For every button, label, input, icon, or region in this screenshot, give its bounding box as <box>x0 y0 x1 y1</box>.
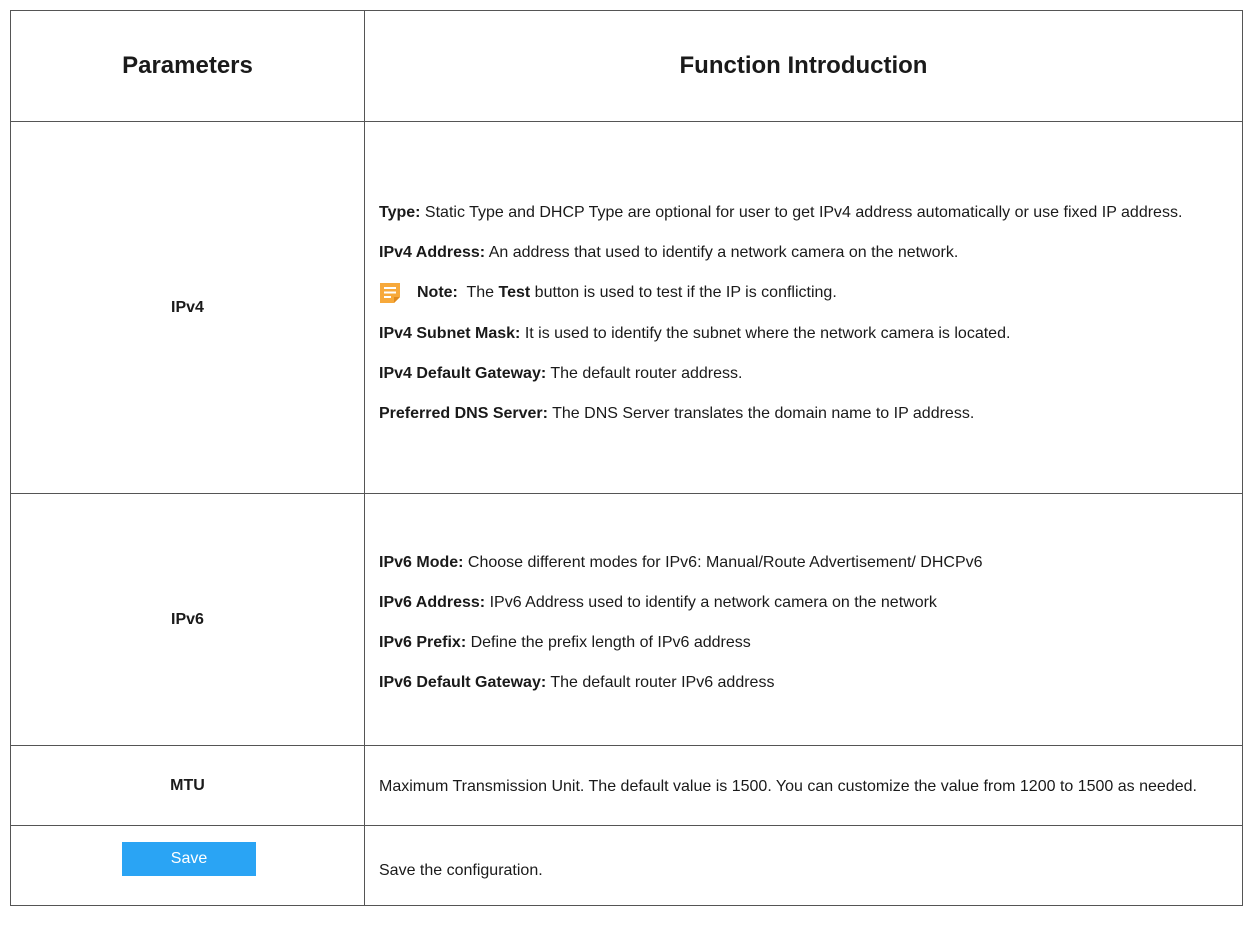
ipv4-subnet-text: IPv4 Subnet Mask: It is used to identify… <box>379 324 1011 342</box>
save-button[interactable]: Save <box>122 842 256 876</box>
test-keyword: Test <box>498 284 531 301</box>
table-row-ipv6: IPv6 IPv6 Mode: Choose different modes f… <box>10 493 1243 746</box>
description-mtu: Maximum Transmission Unit. The default v… <box>364 745 1243 826</box>
ipv6-mode-text: IPv6 Mode: Choose different modes for IP… <box>379 554 983 571</box>
ipv4-subnet-label: IPv4 Subnet Mask: <box>379 324 521 342</box>
parameters-table: Parameters Function Introduction IPv4 Ty… <box>10 10 1243 906</box>
ipv6-gateway-label: IPv6 Default Gateway: <box>379 674 547 691</box>
note-icon <box>379 282 401 304</box>
ipv6-prefix-label: IPv6 Prefix: <box>379 634 467 651</box>
ipv6-mode-label: IPv6 Mode: <box>379 554 464 571</box>
ipv4-address-label: IPv4 Address: <box>379 243 486 261</box>
param-name-mtu: MTU <box>10 745 365 826</box>
note-label: Note: <box>417 284 458 301</box>
description-ipv4: Type: Static Type and DHCP Type are opti… <box>364 121 1243 494</box>
ipv4-type-label: Type: <box>379 203 421 221</box>
ipv4-type-text: Type: Static Type and DHCP Type are opti… <box>379 203 1183 221</box>
ipv4-dns-label: Preferred DNS Server: <box>379 404 548 422</box>
note-text: Note: The Test button is used to test if… <box>417 284 837 301</box>
ipv4-gateway-label: IPv4 Default Gateway: <box>379 364 547 382</box>
ipv6-prefix-text: IPv6 Prefix: Define the prefix length of… <box>379 634 751 651</box>
param-save-cell: Save <box>10 825 365 906</box>
ipv4-dns-text: Preferred DNS Server: The DNS Server tra… <box>379 404 975 422</box>
param-name-ipv6: IPv6 <box>10 493 365 746</box>
param-name-ipv4: IPv4 <box>10 121 365 494</box>
mtu-text: Maximum Transmission Unit. The default v… <box>379 778 1197 795</box>
ipv6-address-label: IPv6 Address: <box>379 594 486 611</box>
ipv6-gateway-text: IPv6 Default Gateway: The default router… <box>379 674 775 691</box>
ipv4-address-text: IPv4 Address: An address that used to id… <box>379 243 959 261</box>
table-row-ipv4: IPv4 Type: Static Type and DHCP Type are… <box>10 121 1243 494</box>
description-save: Save the configuration. <box>364 825 1243 906</box>
save-text: Save the configuration. <box>379 862 543 879</box>
description-ipv6: IPv6 Mode: Choose different modes for IP… <box>364 493 1243 746</box>
parameters-header: Parameters <box>10 10 365 122</box>
ipv4-gateway-text: IPv4 Default Gateway: The default router… <box>379 364 743 382</box>
table-row-save: Save Save the configuration. <box>10 825 1243 906</box>
table-header-row: Parameters Function Introduction <box>10 10 1243 122</box>
function-introduction-header: Function Introduction <box>364 10 1243 122</box>
ipv6-address-text: IPv6 Address: IPv6 Address used to ident… <box>379 594 937 611</box>
table-row-mtu: MTU Maximum Transmission Unit. The defau… <box>10 745 1243 826</box>
ipv4-note: Note: The Test button is used to test if… <box>379 282 1226 304</box>
